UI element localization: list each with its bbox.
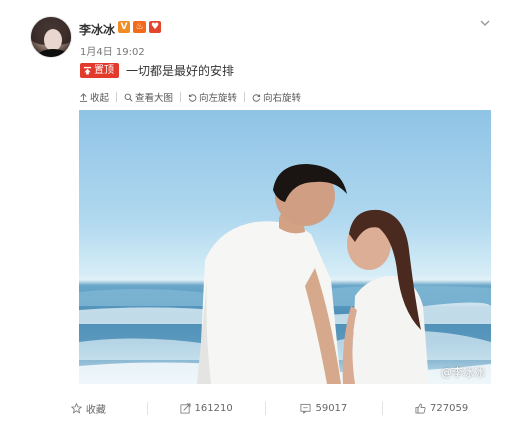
thumbs-up-icon (415, 403, 426, 413)
rotate-left-label: 向左旋转 (199, 93, 238, 104)
member-badge[interactable]: ♨ (133, 21, 146, 33)
rotate-right-label: 向右旋转 (263, 93, 302, 104)
view-large-label: 查看大图 (135, 93, 174, 104)
chevron-down-icon[interactable] (479, 17, 491, 29)
photo-watermark: @李冰冰 (441, 366, 485, 379)
comment-button[interactable]: 59017 (266, 403, 383, 414)
zoom-icon (124, 93, 133, 102)
rotate-right-button[interactable]: 向右旋转 (252, 90, 301, 104)
rotate-left-icon (188, 93, 197, 102)
rotate-right-icon (252, 93, 261, 102)
post-text: 一切都是最好的安排 (126, 64, 235, 78)
collapse-button[interactable]: 收起 (79, 90, 109, 104)
toolbar-divider (180, 92, 182, 102)
pin-icon (83, 66, 92, 75)
repost-icon (180, 403, 191, 413)
collapse-icon (79, 92, 88, 102)
post-photo[interactable]: @李冰冰 (79, 110, 491, 384)
favorite-label: 收藏 (85, 404, 106, 416)
image-toolbar: 收起 查看大图 向左旋转 向右旋转 (79, 90, 301, 104)
post-time[interactable]: 1月4日 19:02 (80, 43, 145, 58)
fan-badge[interactable]: ♥ (149, 21, 161, 33)
avatar[interactable] (30, 16, 72, 58)
repost-button[interactable]: 161210 (148, 403, 265, 414)
like-count: 727059 (430, 402, 469, 414)
toolbar-divider (116, 92, 118, 102)
user-badges: V ♨ ♥ (118, 21, 161, 33)
rotate-left-button[interactable]: 向左旋转 (188, 90, 237, 104)
pinned-badge: 置顶 (80, 63, 119, 78)
favorite-button[interactable]: 收藏 (30, 401, 147, 416)
pinned-label: 置顶 (94, 65, 114, 76)
comment-count: 59017 (315, 402, 348, 414)
avatar-face (44, 29, 62, 51)
toolbar-divider (244, 92, 246, 102)
comment-icon (300, 403, 311, 414)
post-actions: 收藏 161210 59017 727059 (30, 396, 500, 420)
user-name[interactable]: 李冰冰 (79, 21, 115, 38)
collapse-label: 收起 (90, 93, 110, 104)
like-button[interactable]: 727059 (383, 403, 500, 414)
repost-count: 161210 (194, 402, 233, 414)
post-header-line: 置顶 一切都是最好的安排 (80, 62, 234, 79)
view-large-button[interactable]: 查看大图 (124, 90, 173, 104)
avatar-body (37, 49, 69, 57)
photo-scene (79, 164, 491, 384)
star-icon (70, 402, 82, 414)
verified-badge[interactable]: V (118, 21, 130, 33)
